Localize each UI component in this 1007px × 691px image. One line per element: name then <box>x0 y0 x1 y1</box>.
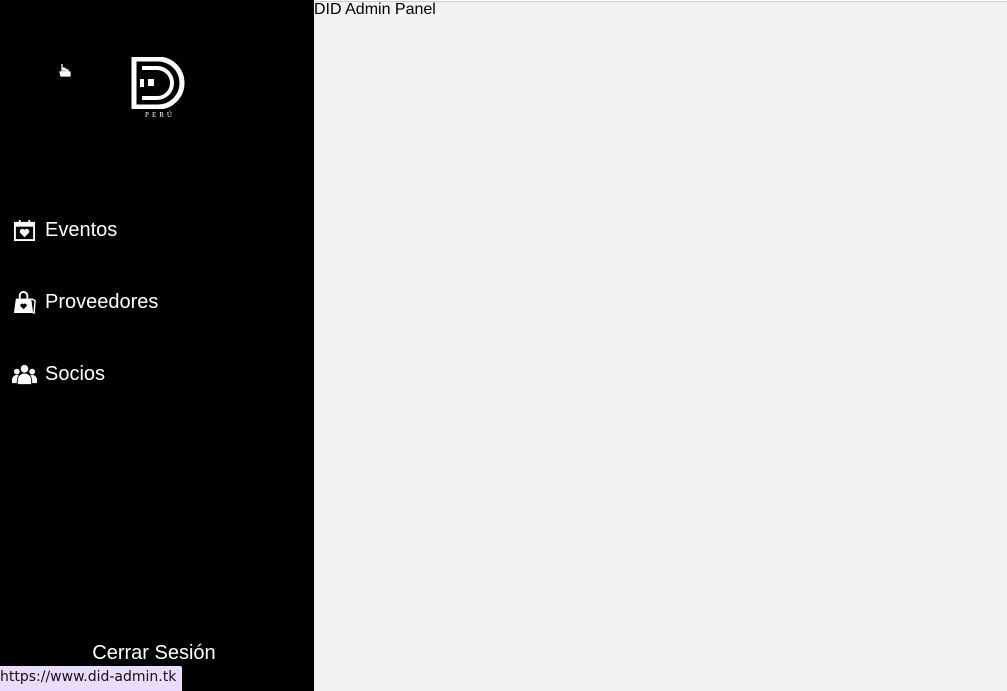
status-bar-url: https://www.did-admin.tk <box>0 666 183 691</box>
sidebar-item-label: Proveedores <box>45 290 159 313</box>
hand-pointer-icon <box>59 64 71 77</box>
sidebar-item-socios[interactable]: Socios <box>12 359 302 389</box>
sidebar: PERÚ Eventos Proveedores Socios Cerrar S… <box>0 0 314 691</box>
did-logo-mark-icon <box>131 56 185 110</box>
calendar-heart-icon <box>12 218 37 243</box>
logout-button[interactable]: Cerrar Sesión <box>0 642 308 665</box>
sidebar-item-proveedores[interactable]: Proveedores <box>12 287 302 317</box>
shopping-bag-icon <box>12 290 37 315</box>
sidebar-item-label: Eventos <box>45 218 118 241</box>
logo-country-text: PERÚ <box>145 111 175 119</box>
users-group-icon <box>12 362 37 387</box>
page-title: DID Admin Panel <box>314 1 436 18</box>
sidebar-item-label: Socios <box>45 362 106 385</box>
did-logo[interactable]: PERÚ <box>131 56 189 121</box>
sidebar-item-eventos[interactable]: Eventos <box>12 215 302 245</box>
